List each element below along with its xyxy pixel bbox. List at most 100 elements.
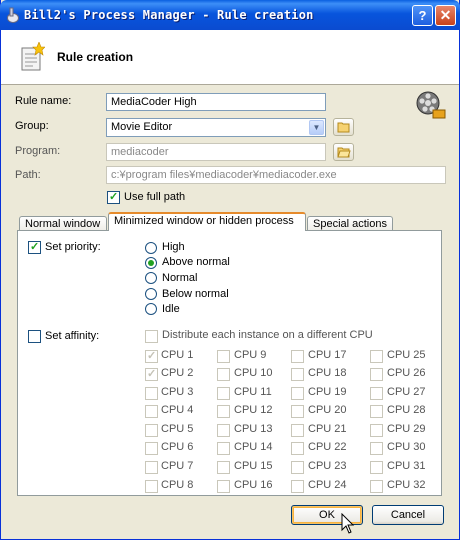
cpu-3-checkbox[interactable] xyxy=(145,387,158,400)
priority-high-label: High xyxy=(162,241,185,253)
rule-creation-dialog: Bill2's Process Manager - Rule creation … xyxy=(0,0,460,540)
cpu-11-checkbox[interactable] xyxy=(217,387,230,400)
cpu-25-checkbox[interactable] xyxy=(370,350,383,363)
group-select[interactable]: Movie Editor ▼ xyxy=(106,118,326,137)
cpu-32-label: CPU 32 xyxy=(387,479,426,491)
cpu-11-label: CPU 11 xyxy=(234,386,272,398)
cpu-30-checkbox[interactable] xyxy=(370,442,383,455)
checkmark-icon: ✓ xyxy=(30,241,40,253)
cpu-23-label: CPU 23 xyxy=(308,460,347,472)
cpu-16-checkbox[interactable] xyxy=(217,480,230,493)
tab-panel xyxy=(17,230,442,496)
cpu-5-checkbox[interactable] xyxy=(145,424,158,437)
cpu-4-checkbox[interactable] xyxy=(145,405,158,418)
group-selected-value: Movie Editor xyxy=(111,121,173,133)
group-folder-button[interactable] xyxy=(333,118,354,136)
cpu-13-checkbox[interactable] xyxy=(217,424,230,437)
cpu-9-label: CPU 9 xyxy=(234,349,267,361)
set-priority-checkbox[interactable]: ✓ xyxy=(28,241,41,254)
use-full-path-checkbox[interactable]: ✓ xyxy=(107,191,120,204)
cpu-31-checkbox[interactable] xyxy=(370,461,383,474)
cpu-28-label: CPU 28 xyxy=(387,404,426,416)
cpu-16-label: CPU 16 xyxy=(234,479,273,491)
rule-name-field[interactable]: MediaCoder High xyxy=(106,93,326,111)
chevron-down-icon[interactable]: ▼ xyxy=(309,120,324,135)
cpu-10-label: CPU 10 xyxy=(234,367,273,379)
header-title: Rule creation xyxy=(57,50,134,64)
priority-above-normal-label: Above normal xyxy=(162,256,230,268)
set-affinity-checkbox[interactable] xyxy=(28,330,41,343)
close-button[interactable]: ✕ xyxy=(435,5,456,26)
cpu-23-checkbox[interactable] xyxy=(291,461,304,474)
tab-minimized-window[interactable]: Minimized window or hidden process xyxy=(108,212,306,231)
help-button[interactable]: ? xyxy=(412,5,433,26)
checkmark-icon: ✓ xyxy=(147,368,157,380)
cpu-14-label: CPU 14 xyxy=(234,441,273,453)
cpu-24-checkbox[interactable] xyxy=(291,480,304,493)
cpu-15-checkbox[interactable] xyxy=(217,461,230,474)
cpu-29-checkbox[interactable] xyxy=(370,424,383,437)
priority-below-normal-label: Below normal xyxy=(162,288,229,300)
cpu-29-label: CPU 29 xyxy=(387,423,426,435)
cpu-22-label: CPU 22 xyxy=(308,441,347,453)
cpu-27-checkbox[interactable] xyxy=(370,387,383,400)
cpu-10-checkbox[interactable] xyxy=(217,368,230,381)
cpu-18-checkbox[interactable] xyxy=(291,368,304,381)
cpu-31-label: CPU 31 xyxy=(387,460,426,472)
checkmark-icon: ✓ xyxy=(147,350,157,362)
rule-name-label: Rule name: xyxy=(15,95,72,107)
cancel-button[interactable]: Cancel xyxy=(372,505,444,525)
checkmark-icon: ✓ xyxy=(109,191,119,203)
cpu-32-checkbox[interactable] xyxy=(370,480,383,493)
cpu-22-checkbox[interactable] xyxy=(291,442,304,455)
program-label: Program: xyxy=(15,145,61,157)
priority-idle-radio[interactable] xyxy=(145,303,157,315)
radio-selected-dot xyxy=(148,260,154,266)
priority-below-normal-radio[interactable] xyxy=(145,288,157,300)
cpu-24-label: CPU 24 xyxy=(308,479,347,491)
cpu-28-checkbox[interactable] xyxy=(370,405,383,418)
cpu-20-checkbox[interactable] xyxy=(291,405,304,418)
cpu-6-checkbox[interactable] xyxy=(145,442,158,455)
set-affinity-label: Set affinity: xyxy=(45,330,100,342)
cpu-1-checkbox[interactable]: ✓ xyxy=(145,350,158,363)
cpu-9-checkbox[interactable] xyxy=(217,350,230,363)
program-browse-button[interactable] xyxy=(333,143,354,161)
cpu-17-label: CPU 17 xyxy=(308,349,347,361)
film-reel-icon xyxy=(416,91,446,119)
group-label: Group: xyxy=(15,120,49,132)
path-label: Path: xyxy=(15,169,41,181)
distribute-cpu-label: Distribute each instance on a different … xyxy=(162,329,373,341)
cpu-26-label: CPU 26 xyxy=(387,367,426,379)
distribute-cpu-checkbox[interactable] xyxy=(145,330,158,343)
folder-icon xyxy=(337,122,350,133)
cpu-27-label: CPU 27 xyxy=(387,386,426,398)
cpu-26-checkbox[interactable] xyxy=(370,368,383,381)
dialog-header: Rule creation xyxy=(1,30,459,85)
cpu-7-label: CPU 7 xyxy=(161,460,194,472)
cpu-19-checkbox[interactable] xyxy=(291,387,304,400)
open-folder-icon xyxy=(337,147,351,158)
cpu-21-checkbox[interactable] xyxy=(291,424,304,437)
cpu-3-label: CPU 3 xyxy=(161,386,194,398)
cpu-15-label: CPU 15 xyxy=(234,460,273,472)
title-bar[interactable]: Bill2's Process Manager - Rule creation … xyxy=(0,0,460,30)
priority-high-radio[interactable] xyxy=(145,242,157,254)
program-field[interactable]: mediacoder xyxy=(106,143,326,161)
cpu-17-checkbox[interactable] xyxy=(291,350,304,363)
cpu-2-label: CPU 2 xyxy=(161,367,194,379)
path-field[interactable]: c:¥program files¥mediacoder¥mediacoder.e… xyxy=(106,166,446,184)
window-title: Bill2's Process Manager - Rule creation xyxy=(24,8,314,22)
cpu-6-label: CPU 6 xyxy=(161,441,194,453)
cpu-14-checkbox[interactable] xyxy=(217,442,230,455)
priority-normal-radio[interactable] xyxy=(145,272,157,284)
use-full-path-label: Use full path xyxy=(124,191,186,203)
cpu-7-checkbox[interactable] xyxy=(145,461,158,474)
priority-above-normal-radio[interactable] xyxy=(145,257,157,269)
cpu-12-checkbox[interactable] xyxy=(217,405,230,418)
cpu-25-label: CPU 25 xyxy=(387,349,426,361)
cpu-2-checkbox[interactable]: ✓ xyxy=(145,368,158,381)
cpu-1-label: CPU 1 xyxy=(161,349,194,361)
cpu-21-label: CPU 21 xyxy=(308,423,347,435)
cpu-8-checkbox[interactable] xyxy=(145,480,158,493)
